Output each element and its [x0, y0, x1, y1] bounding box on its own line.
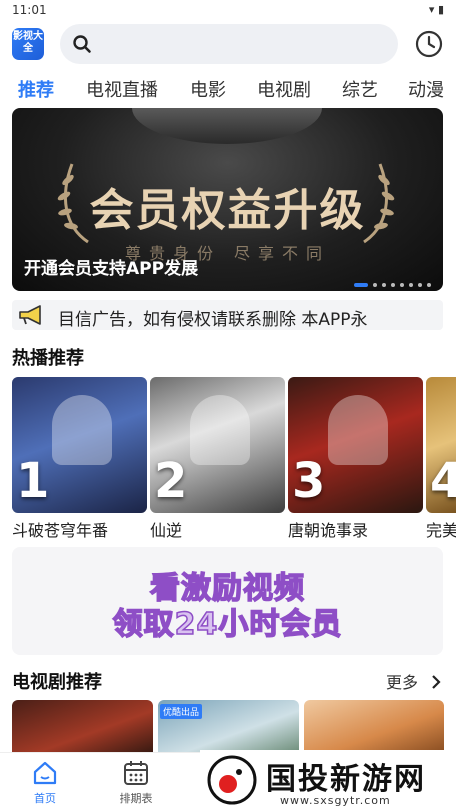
history-icon[interactable] — [414, 29, 444, 59]
status-icons: ▾ ▮ — [428, 3, 444, 16]
category-tabs: 推荐 电视直播 电影 电视剧 综艺 动漫 — [0, 70, 456, 106]
promo-line-2: 领取24小时会员 — [112, 606, 343, 643]
notice-text: 目信广告，如有侵权请联系删除 本APP永 — [58, 310, 368, 330]
search-icon — [73, 35, 91, 53]
hot-card-4[interactable]: 4 — [426, 377, 456, 513]
carousel-dot[interactable] — [373, 282, 377, 287]
drama-card-2[interactable]: 优酷出品 — [158, 700, 299, 752]
notice-bar[interactable]: 目信广告，如有侵权请联系删除 本APP永 — [12, 300, 443, 330]
hot-name-2[interactable]: 仙逆 — [150, 517, 182, 541]
carousel-dot[interactable] — [427, 282, 431, 287]
search-input[interactable] — [60, 24, 398, 64]
nav-schedule-label: 排期表 — [119, 792, 153, 805]
carousel-dot[interactable] — [391, 282, 395, 287]
hot-rank: 3 — [292, 453, 326, 509]
hot-name-4[interactable]: 完美 — [426, 517, 456, 541]
nav-home-label: 首页 — [34, 792, 56, 805]
home-icon — [33, 761, 57, 785]
source-tag: 优酷出品 — [160, 704, 203, 719]
top-bar: 影视大全 — [0, 20, 456, 68]
status-bar: 11:01 ▾ ▮ — [0, 0, 456, 20]
hot-rank: 2 — [154, 453, 188, 509]
chevron-right-icon — [432, 675, 441, 689]
watermark: 国投新游网 www.sxsgytr.com — [200, 750, 456, 811]
hot-section-title: 热播推荐 — [12, 348, 84, 369]
carousel-dot[interactable] — [409, 282, 413, 287]
tab-variety[interactable]: 综艺 — [342, 76, 378, 102]
app-logo[interactable]: 影视大全 — [12, 28, 44, 60]
watermark-logo-icon — [207, 755, 257, 805]
drama-section-title: 电视剧推荐 — [12, 672, 102, 693]
status-time: 11:01 — [12, 3, 47, 17]
drama-card-1[interactable] — [12, 700, 153, 752]
banner-carousel[interactable]: 会员权益升级 尊贵身份 尽享不同 开通会员支持APP发展 — [12, 108, 443, 291]
hot-card-2[interactable]: 2 — [150, 377, 285, 513]
nav-schedule[interactable]: 排期表 — [101, 759, 171, 806]
hot-name-1[interactable]: 斗破苍穹年番 — [12, 517, 108, 541]
poster-figure — [52, 395, 112, 465]
hot-card-1[interactable]: 1 — [12, 377, 147, 513]
hot-card-3[interactable]: 3 — [288, 377, 423, 513]
banner-caption: 开通会员支持APP发展 — [24, 259, 199, 279]
carousel-dot[interactable] — [382, 282, 386, 287]
nav-home[interactable]: 首页 — [10, 759, 80, 806]
banner-decoration — [132, 108, 322, 144]
tab-movies[interactable]: 电影 — [190, 76, 226, 102]
watermark-title: 国投新游网 — [266, 762, 426, 797]
hot-rank: 4 — [430, 453, 456, 509]
poster-figure — [328, 395, 388, 465]
reward-video-promo[interactable]: 看激励视频 领取24小时会员 — [12, 547, 443, 655]
tab-tv-live[interactable]: 电视直播 — [86, 76, 158, 102]
carousel-dot[interactable] — [418, 282, 422, 287]
carousel-dot[interactable] — [354, 282, 368, 287]
watermark-url: www.sxsgytr.com — [280, 794, 391, 807]
poster-figure — [190, 395, 250, 465]
tab-tv-series[interactable]: 电视剧 — [257, 76, 311, 102]
calendar-icon — [124, 761, 148, 785]
hot-name-3[interactable]: 唐朝诡事录 — [288, 517, 368, 541]
carousel-indicator — [349, 274, 431, 287]
hot-rank: 1 — [16, 453, 50, 509]
banner-headline: 会员权益升级 — [89, 185, 366, 236]
more-label: 更多 — [386, 673, 419, 692]
carousel-dot[interactable] — [400, 282, 404, 287]
tab-recommend[interactable]: 推荐 — [18, 76, 54, 102]
tab-anime[interactable]: 动漫 — [408, 76, 444, 102]
drama-card-3[interactable] — [304, 700, 444, 752]
more-link[interactable]: 更多 — [386, 669, 443, 693]
megaphone-icon — [19, 305, 41, 325]
